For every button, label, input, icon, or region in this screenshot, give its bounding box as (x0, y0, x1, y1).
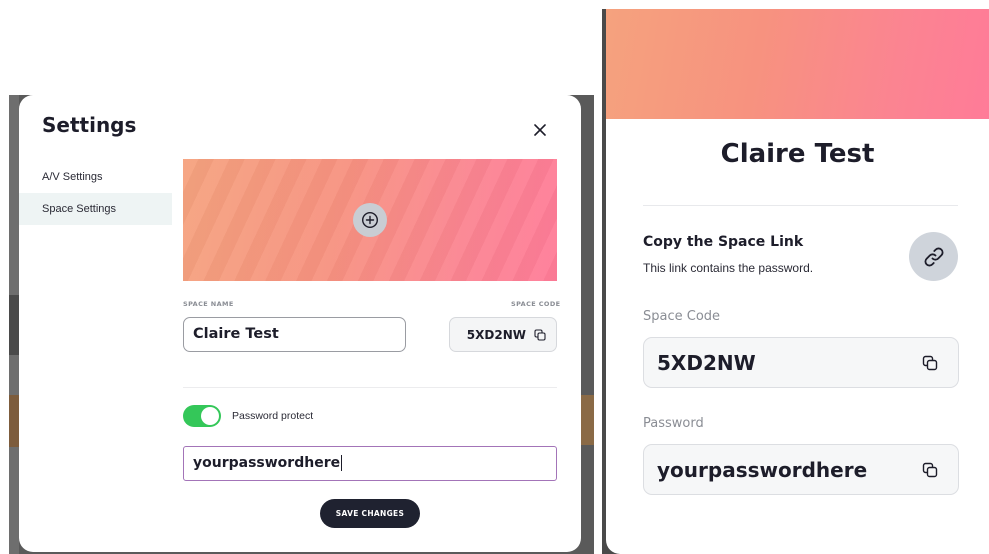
copy-password-button[interactable] (922, 462, 938, 478)
plus-circle-icon (361, 211, 379, 229)
space-banner (606, 9, 989, 119)
space-code-value: 5XD2NW (657, 350, 756, 375)
modal-title: Settings (42, 113, 137, 137)
copy-link-title: Copy the Space Link (643, 234, 804, 250)
space-code-field: 5XD2NW (643, 337, 959, 388)
space-code-label: Space Code (643, 309, 721, 324)
space-banner (183, 159, 557, 281)
backdrop-thumbnail (580, 395, 594, 445)
add-banner-button[interactable] (353, 203, 387, 237)
space-name-label: SPACE NAME (183, 300, 234, 308)
password-protect-label: Password protect (232, 410, 314, 422)
backdrop-thumbnail (9, 395, 19, 447)
screenshot-stage: Settings A/V Settings Space Settings SPA… (0, 0, 989, 554)
section-divider (643, 205, 958, 206)
password-label: Password (643, 416, 704, 431)
space-code-label: SPACE CODE (511, 300, 561, 308)
settings-nav: A/V Settings Space Settings (19, 161, 172, 225)
text-caret (341, 455, 343, 471)
copy-link-button[interactable] (909, 232, 958, 281)
nav-item-space-settings[interactable]: Space Settings (19, 193, 172, 225)
backdrop-strip (9, 295, 19, 355)
close-icon (534, 124, 546, 136)
password-field: yourpasswordhere (643, 444, 959, 495)
save-changes-button[interactable]: SAVE CHANGES (320, 499, 420, 528)
copy-space-code-button[interactable] (922, 355, 938, 371)
section-divider (183, 387, 557, 388)
space-name-input[interactable]: Claire Test (183, 317, 406, 352)
copy-icon (534, 328, 546, 341)
copy-icon (922, 355, 938, 370)
space-title: Claire Test (720, 139, 875, 169)
password-input-value: yourpasswordhere (193, 455, 341, 471)
link-icon (924, 247, 943, 266)
toggle-knob (201, 407, 219, 425)
copy-link-subtitle: This link contains the password. (643, 261, 814, 275)
password-protect-toggle[interactable] (183, 405, 221, 427)
space-code-copy-button[interactable]: 5XD2NW (449, 317, 557, 352)
password-input[interactable]: yourpasswordhere (183, 446, 557, 481)
settings-modal: Settings A/V Settings Space Settings SPA… (19, 95, 581, 552)
space-info-panel: Claire Test Copy the Space Link This lin… (606, 9, 989, 554)
password-value: yourpasswordhere (657, 457, 868, 482)
space-code-value: 5XD2NW (466, 327, 526, 342)
nav-item-av-settings[interactable]: A/V Settings (19, 161, 172, 193)
close-button[interactable] (527, 117, 553, 143)
copy-icon (922, 462, 938, 477)
